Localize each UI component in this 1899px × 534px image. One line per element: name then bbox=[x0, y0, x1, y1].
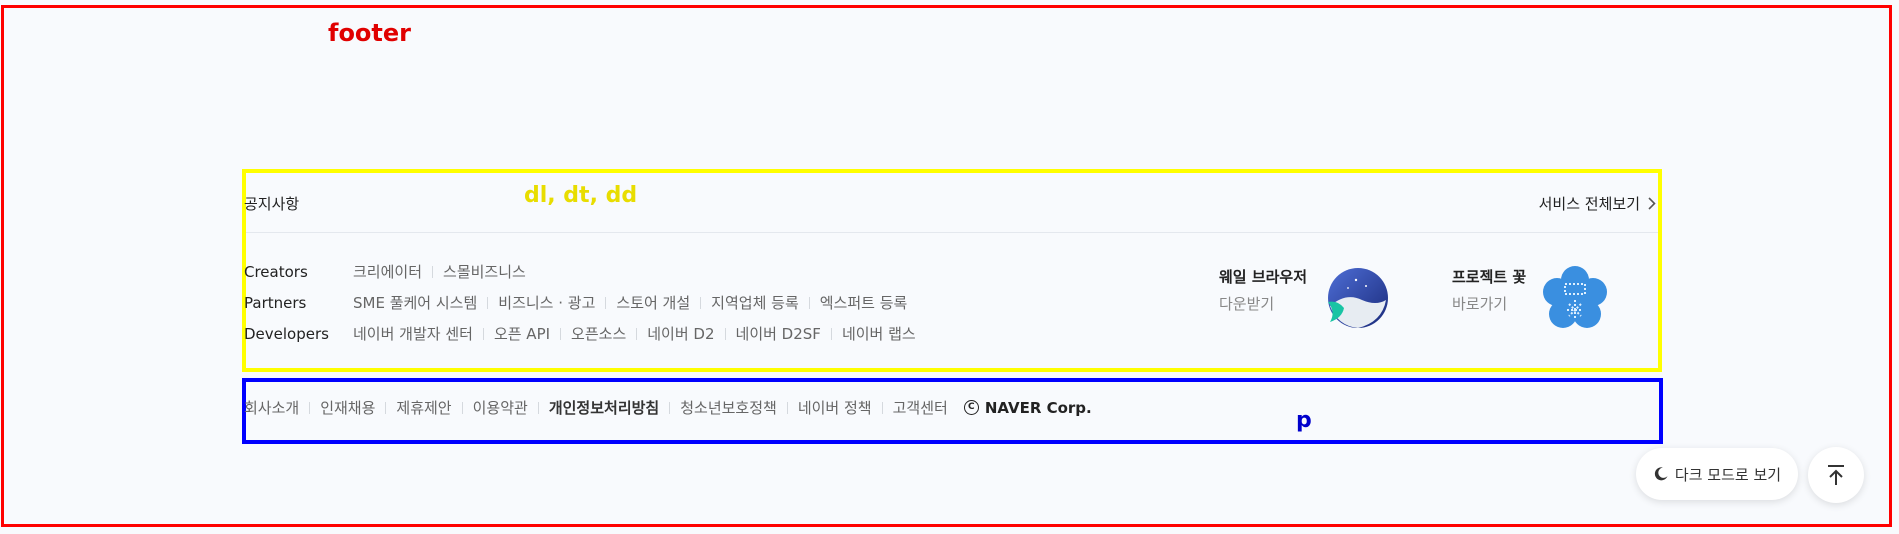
link-partnership[interactable]: 제휴제안 bbox=[396, 397, 451, 418]
corp-label: NAVER Corp. bbox=[984, 398, 1092, 417]
service-all-link[interactable]: 서비스 전체보기 bbox=[1539, 193, 1656, 214]
link-separator bbox=[700, 296, 702, 309]
developers-title: Developers bbox=[244, 324, 329, 343]
dl-annotation-label: dl, dt, dd bbox=[524, 183, 638, 208]
dark-mode-label: 다크 모드로 보기 bbox=[1674, 465, 1782, 484]
link-separator bbox=[537, 401, 539, 414]
link-naver-d2sf[interactable]: 네이버 D2SF bbox=[736, 323, 821, 344]
link-terms[interactable]: 이용약관 bbox=[473, 397, 528, 418]
service-links-list: Creators 크리에이터 스몰비즈니스 Partners SME 풀케어 시… bbox=[244, 256, 916, 349]
link-separator bbox=[385, 401, 387, 414]
link-business-ads[interactable]: 비즈니스 · 광고 bbox=[498, 292, 595, 313]
link-open-api[interactable]: 오픈 API bbox=[494, 323, 550, 344]
whale-subtitle: 다운받기 bbox=[1219, 295, 1275, 313]
link-expert[interactable]: 엑스퍼트 등록 bbox=[820, 292, 908, 313]
link-company[interactable]: 회사소개 bbox=[244, 397, 299, 418]
scroll-top-button[interactable] bbox=[1808, 447, 1864, 503]
link-separator bbox=[487, 296, 489, 309]
link-local-business[interactable]: 지역업체 등록 bbox=[711, 292, 799, 313]
link-store-open[interactable]: 스토어 개설 bbox=[616, 292, 690, 313]
link-policy[interactable]: 네이버 정책 bbox=[798, 397, 872, 418]
link-separator bbox=[432, 265, 434, 278]
link-youth[interactable]: 청소년보호정책 bbox=[680, 397, 777, 418]
flower-title: 프로젝트 꽃 bbox=[1452, 268, 1527, 286]
link-separator bbox=[808, 296, 810, 309]
moon-icon bbox=[1654, 467, 1668, 481]
developers-row: Developers 네이버 개발자 센터 오픈 API 오픈소스 네이버 D2… bbox=[244, 318, 916, 349]
link-separator bbox=[560, 327, 562, 340]
link-open-source[interactable]: 오픈소스 bbox=[571, 323, 626, 344]
link-separator bbox=[786, 401, 788, 414]
bottom-links-paragraph: 회사소개 인재채용 제휴제안 이용약관 개인정보처리방침 청소년보호정책 네이버… bbox=[244, 397, 1092, 418]
p-annotation-label: p bbox=[1296, 408, 1312, 433]
partners-title: Partners bbox=[244, 293, 307, 312]
link-customer-center[interactable]: 고객센터 bbox=[893, 397, 948, 418]
project-flower-icon bbox=[1543, 266, 1607, 328]
notice-divider bbox=[246, 232, 1658, 233]
link-separator bbox=[605, 296, 607, 309]
link-naver-d2[interactable]: 네이버 D2 bbox=[647, 323, 714, 344]
link-sme-fullcare[interactable]: SME 풀케어 시스템 bbox=[353, 292, 477, 313]
dark-mode-button[interactable]: 다크 모드로 보기 bbox=[1636, 448, 1798, 500]
creators-row: Creators 크리에이터 스몰비즈니스 bbox=[244, 256, 916, 287]
link-separator bbox=[461, 401, 463, 414]
link-separator bbox=[309, 401, 311, 414]
link-naver-labs[interactable]: 네이버 랩스 bbox=[842, 323, 916, 344]
partners-row: Partners SME 풀케어 시스템 비즈니스 · 광고 스토어 개설 지역… bbox=[244, 287, 916, 318]
link-separator bbox=[724, 327, 726, 340]
creators-title: Creators bbox=[244, 262, 308, 281]
link-creator[interactable]: 크리에이터 bbox=[353, 261, 422, 282]
link-recruit[interactable]: 인재채용 bbox=[320, 397, 375, 418]
whale-title: 웨일 브라우저 bbox=[1219, 268, 1308, 286]
whale-browser-promo[interactable]: 웨일 브라우저 다운받기 bbox=[1219, 266, 1307, 314]
project-flower-promo[interactable]: 프로젝트 꽃 바로가기 bbox=[1452, 266, 1526, 314]
link-developer-center[interactable]: 네이버 개발자 센터 bbox=[353, 323, 473, 344]
chevron-right-icon bbox=[1648, 197, 1656, 210]
service-all-label: 서비스 전체보기 bbox=[1538, 195, 1640, 213]
corp-copyright[interactable]: C NAVER Corp. bbox=[963, 398, 1092, 417]
arrow-up-to-top-icon bbox=[1828, 465, 1844, 485]
link-separator bbox=[482, 327, 484, 340]
footer-annotation-label: footer bbox=[328, 19, 412, 47]
link-separator bbox=[881, 401, 883, 414]
link-privacy[interactable]: 개인정보처리방침 bbox=[549, 397, 659, 418]
link-separator bbox=[669, 401, 671, 414]
link-separator bbox=[830, 327, 832, 340]
link-small-business[interactable]: 스몰비즈니스 bbox=[443, 261, 526, 282]
notice-link[interactable]: 공지사항 bbox=[244, 193, 299, 214]
flower-subtitle: 바로가기 bbox=[1452, 295, 1508, 313]
whale-browser-icon bbox=[1328, 268, 1388, 328]
link-separator bbox=[636, 327, 638, 340]
copyright-icon: C bbox=[963, 400, 979, 415]
